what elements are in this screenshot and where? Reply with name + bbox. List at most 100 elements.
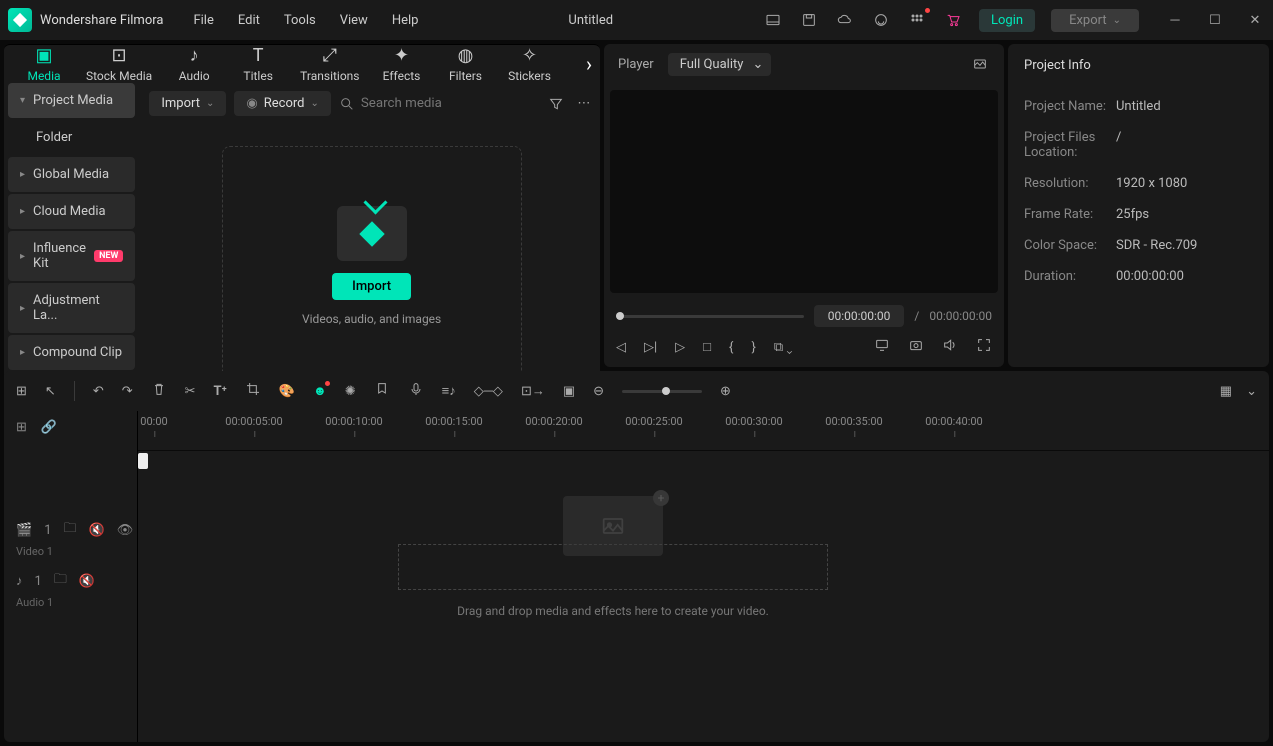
quality-select[interactable]: Full Quality [668, 53, 772, 76]
prev-frame-icon[interactable]: ◁ [616, 340, 626, 355]
stickers-icon: ✧ [522, 45, 537, 66]
mute-icon[interactable]: 🔇 [79, 574, 95, 589]
voiceover-icon[interactable] [408, 381, 424, 401]
mark-in-icon[interactable]: { [729, 340, 733, 355]
export-button[interactable]: Export⌄ [1051, 9, 1139, 32]
sidebar-item-adjustment[interactable]: ▸Adjustment La... [8, 283, 135, 333]
layout-icon[interactable] [763, 10, 783, 30]
chevron-right-icon: ▸ [20, 303, 25, 314]
link-icon[interactable]: 🔗 [41, 420, 57, 435]
minimize-icon[interactable]: ─ [1165, 10, 1185, 30]
audio-icon: ♪ [190, 45, 199, 66]
close-icon[interactable]: ✕ [1245, 10, 1265, 30]
search-media[interactable] [339, 96, 538, 112]
apps-icon[interactable] [907, 10, 927, 30]
player-label: Player [618, 57, 654, 72]
audio-mix-icon[interactable]: ≡♪ [442, 383, 456, 399]
next-frame-icon[interactable]: ▷| [644, 340, 657, 355]
group-icon[interactable]: ▣ [563, 384, 575, 399]
playhead-icon[interactable] [138, 453, 148, 469]
folder-icon[interactable]: 🗀 [54, 570, 67, 592]
menu-tools[interactable]: Tools [284, 13, 316, 28]
sidebar-item-cloud-media[interactable]: ▸Cloud Media [8, 194, 135, 229]
undo-icon[interactable]: ↶ [93, 384, 104, 399]
toolbar-more-icon[interactable]: ⌄ [1246, 384, 1257, 399]
record-button[interactable]: ◉Record⌄ [234, 91, 330, 116]
mute-icon[interactable]: 🔇 [89, 523, 105, 538]
tab-effects[interactable]: ✦Effects [370, 45, 434, 83]
mark-out-icon[interactable]: } [751, 340, 755, 355]
folder-icon[interactable]: 🗀 [64, 519, 77, 541]
preview-viewport[interactable] [610, 90, 998, 293]
tab-audio[interactable]: ♪Audio [162, 45, 226, 83]
tab-transitions[interactable]: ⤢Transitions [290, 45, 369, 83]
sidebar-item-project-media[interactable]: ▾Project Media [8, 83, 135, 118]
menu-file[interactable]: File [193, 13, 213, 28]
tabs-more-icon[interactable]: › [586, 52, 592, 76]
zoom-slider[interactable] [622, 390, 702, 393]
info-label-colorspace: Color Space: [1024, 238, 1116, 253]
play-icon[interactable]: ▷ [675, 340, 685, 355]
display-icon[interactable] [874, 337, 890, 357]
chevron-right-icon: ▸ [20, 347, 25, 358]
save-icon[interactable] [799, 10, 819, 30]
snapshot-icon[interactable] [970, 54, 990, 74]
zoom-out-icon[interactable]: ⊖ [593, 384, 604, 399]
dropzone-import-button[interactable]: Import [332, 273, 411, 300]
marker-list-icon[interactable]: ⧉ ⌄ [774, 340, 793, 355]
zoom-in-icon[interactable]: ⊕ [720, 384, 731, 399]
timeline-drop-hint: Drag and drop media and effects here to … [457, 604, 769, 618]
sidebar-item-folder[interactable]: Folder [8, 120, 135, 155]
timeline-tracks[interactable]: 00:00 00:00:05:00 00:00:10:00 00:00:15:0… [138, 411, 1269, 742]
search-input[interactable] [361, 96, 538, 111]
tab-titles[interactable]: TTitles [226, 45, 290, 83]
sidebar-item-compound[interactable]: ▸Compound Clip [8, 335, 135, 370]
text-icon[interactable]: T⁺ [214, 384, 227, 399]
current-timecode[interactable]: 00:00:00:00 [814, 305, 905, 327]
filter-icon[interactable] [546, 94, 566, 114]
ai-icon[interactable]: ☻ [313, 383, 327, 399]
delete-icon[interactable] [151, 381, 167, 401]
tab-filters[interactable]: ◍Filters [434, 45, 498, 83]
cursor-icon[interactable]: ↖ [45, 384, 56, 399]
import-dropzone[interactable]: Import Videos, audio, and images [222, 146, 522, 386]
primary-tabs: ▣Media ⊡Stock Media ♪Audio TTitles ⤢Tran… [4, 44, 600, 83]
track-options-icon[interactable]: ▦ [1220, 384, 1232, 399]
audio-track-header[interactable]: ♪1🗀🔇 Audio 1 [4, 564, 137, 615]
add-track-icon[interactable]: ⊞ [16, 420, 27, 435]
seek-slider[interactable] [616, 315, 804, 318]
stop-icon[interactable]: □ [703, 339, 711, 355]
color-icon[interactable]: 🎨 [279, 384, 295, 399]
visibility-icon[interactable]: 👁 [117, 523, 134, 538]
volume-icon[interactable] [942, 337, 958, 357]
cloud-icon[interactable] [835, 10, 855, 30]
sidebar-item-global-media[interactable]: ▸Global Media [8, 157, 135, 192]
keyframe-icon[interactable]: ◇─◇ [474, 383, 503, 399]
timeline-ruler[interactable]: 00:00 00:00:05:00 00:00:10:00 00:00:15:0… [138, 411, 1269, 451]
crop-icon[interactable] [245, 381, 261, 401]
more-icon[interactable]: ⋯ [574, 94, 594, 114]
menu-help[interactable]: Help [392, 13, 419, 28]
speed-icon[interactable]: ✺ [345, 384, 356, 399]
marker-icon[interactable] [374, 381, 390, 401]
maximize-icon[interactable]: ☐ [1205, 10, 1225, 30]
tab-stock-media[interactable]: ⊡Stock Media [76, 45, 162, 83]
tab-media[interactable]: ▣Media [12, 45, 76, 83]
support-icon[interactable] [871, 10, 891, 30]
time-separator: / [914, 309, 919, 323]
snap-icon[interactable]: ⊞ [16, 384, 27, 399]
tab-stickers[interactable]: ✧Stickers [498, 45, 562, 83]
info-value-resolution: 1920 x 1080 [1116, 176, 1187, 191]
import-button[interactable]: Import⌄ [149, 91, 226, 116]
render-icon[interactable]: ⊡→ [521, 383, 545, 399]
video-track-header[interactable]: 🎬1🗀🔇👁 Video 1 [4, 513, 137, 564]
sidebar-item-influence-kit[interactable]: ▸Influence KitNEW [8, 231, 135, 281]
camera-icon[interactable] [908, 337, 924, 357]
fullscreen-icon[interactable] [976, 337, 992, 357]
menu-edit[interactable]: Edit [238, 13, 260, 28]
split-icon[interactable]: ✂ [185, 384, 196, 399]
login-button[interactable]: Login [979, 9, 1035, 32]
menu-view[interactable]: View [340, 13, 368, 28]
redo-icon[interactable]: ↷ [122, 384, 133, 399]
cart-icon[interactable] [943, 10, 963, 30]
